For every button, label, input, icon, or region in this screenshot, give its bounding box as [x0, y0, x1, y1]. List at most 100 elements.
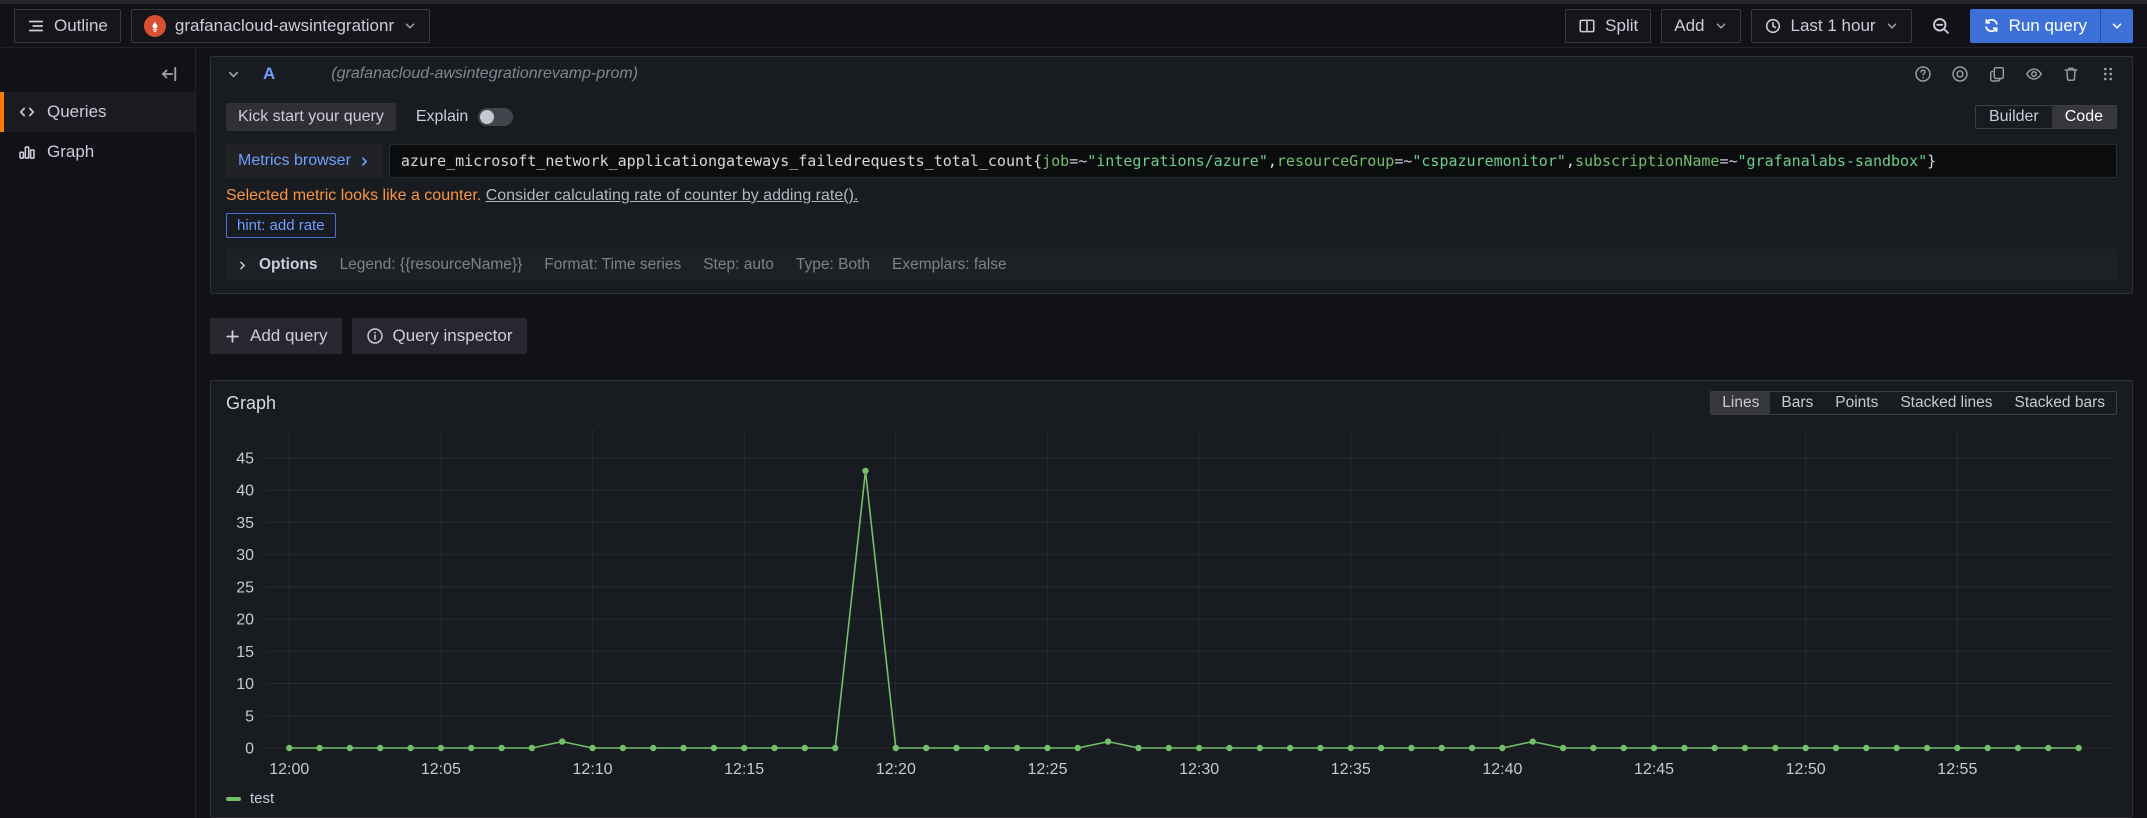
editor-mode-switch: Builder Code	[1975, 105, 2117, 129]
query-options-row[interactable]: Options Legend: {{resourceName}} Format:…	[226, 249, 2117, 281]
graph-mode-stacked-lines[interactable]: Stacked lines	[1889, 392, 2003, 414]
svg-text:25: 25	[236, 579, 254, 596]
warning-text: Selected metric looks like a counter.	[226, 187, 481, 204]
counter-warning: Selected metric looks like a counter. Co…	[226, 187, 2117, 205]
hint-add-rate-button[interactable]: hint: add rate	[226, 213, 336, 238]
options-label: Options	[259, 256, 318, 274]
option-type: Type: Both	[796, 256, 870, 274]
legend-series-label[interactable]: test	[250, 790, 274, 807]
warning-link[interactable]: Consider calculating rate of counter by …	[486, 187, 859, 204]
drag-handle-icon[interactable]	[2099, 65, 2117, 83]
svg-text:45: 45	[236, 451, 254, 468]
chevron-down-icon	[1714, 19, 1728, 33]
query-row-header[interactable]: A (grafanacloud-awsintegrationrevamp-pro…	[211, 57, 2132, 91]
svg-text:12:50: 12:50	[1786, 761, 1826, 778]
svg-text:20: 20	[236, 612, 254, 629]
svg-text:12:35: 12:35	[1331, 761, 1371, 778]
plus-icon	[224, 328, 241, 345]
svg-text:12:20: 12:20	[876, 761, 916, 778]
add-query-button[interactable]: Add query	[210, 318, 342, 354]
graph-mode-bars[interactable]: Bars	[1770, 392, 1824, 414]
chevron-right-icon	[236, 259, 249, 272]
svg-text:40: 40	[236, 483, 254, 500]
svg-text:12:00: 12:00	[269, 761, 309, 778]
delete-query-icon[interactable]	[2062, 65, 2080, 83]
kick-start-query-button[interactable]: Kick start your query	[226, 103, 396, 131]
chevron-down-icon	[403, 19, 417, 33]
editor-mode-builder[interactable]: Builder	[1976, 106, 2052, 128]
zoom-out-icon	[1931, 16, 1951, 36]
svg-text:12:05: 12:05	[421, 761, 461, 778]
svg-text:10: 10	[236, 676, 254, 693]
option-exemplars: Exemplars: false	[892, 256, 1007, 274]
svg-text:0: 0	[245, 741, 254, 758]
graph-mode-points[interactable]: Points	[1824, 392, 1889, 414]
time-range-label: Last 1 hour	[1791, 16, 1876, 36]
chevron-down-icon	[1885, 19, 1899, 33]
svg-text:12:30: 12:30	[1179, 761, 1219, 778]
time-series-chart[interactable]: 05101520253035404512:0012:0512:1012:1512…	[211, 417, 2132, 788]
editor-mode-code[interactable]: Code	[2052, 106, 2116, 128]
time-range-picker[interactable]: Last 1 hour	[1751, 9, 1912, 43]
prometheus-logo-icon	[144, 15, 166, 37]
svg-text:12:15: 12:15	[724, 761, 764, 778]
refresh-icon	[1983, 17, 2000, 34]
svg-text:12:45: 12:45	[1634, 761, 1674, 778]
add-query-label: Add query	[250, 326, 328, 346]
disable-query-icon[interactable]	[1951, 65, 1969, 83]
metrics-browser-button[interactable]: Metrics browser	[226, 144, 383, 178]
duplicate-query-icon[interactable]	[1988, 65, 2006, 83]
option-step: Step: auto	[703, 256, 774, 274]
sidebar-item-graph[interactable]: Graph	[0, 132, 195, 172]
legend-series-swatch[interactable]	[226, 797, 241, 801]
visibility-icon[interactable]	[2025, 65, 2043, 83]
explain-toggle[interactable]	[478, 108, 513, 126]
toolbar-left: Outline grafanacloud-awsintegrationr	[14, 9, 430, 43]
info-circle-icon	[366, 327, 384, 345]
content-area: Queries Graph	[0, 48, 2147, 818]
split-button[interactable]: Split	[1565, 9, 1651, 43]
query-ref-id: A	[263, 64, 275, 84]
clock-icon	[1764, 17, 1782, 35]
graph-panel: Graph Lines Bars Points Stacked lines St…	[210, 380, 2133, 818]
option-legend: Legend: {{resourceName}}	[340, 256, 523, 274]
graph-mode-stacked-bars[interactable]: Stacked bars	[2004, 392, 2116, 414]
outline-label: Outline	[54, 16, 108, 36]
svg-text:12:55: 12:55	[1937, 761, 1977, 778]
run-query-button[interactable]: Run query	[1970, 9, 2133, 43]
explain-label: Explain	[416, 108, 468, 126]
query-row-actions	[1914, 65, 2117, 83]
bar-chart-icon	[18, 143, 36, 161]
chart-legend: test	[211, 788, 2132, 817]
chart-canvas[interactable]: 05101520253035404512:0012:0512:1012:1512…	[217, 417, 2126, 788]
graph-mode-lines[interactable]: Lines	[1711, 392, 1770, 414]
explore-page: Outline grafanacloud-awsintegrationr	[0, 0, 2147, 818]
promql-query-input[interactable]: azure_microsoft_network_applicationgatew…	[389, 144, 2117, 178]
collapse-sidebar-icon[interactable]	[159, 64, 179, 84]
main-area: A (grafanacloud-awsintegrationrevamp-pro…	[196, 48, 2147, 818]
datasource-picker[interactable]: grafanacloud-awsintegrationr	[131, 9, 430, 43]
split-label: Split	[1605, 16, 1638, 36]
query-inspector-button[interactable]: Query inspector	[352, 318, 527, 354]
zoom-out-button[interactable]	[1922, 9, 1960, 43]
sidebar-item-label: Graph	[47, 142, 94, 162]
toolbar-right: Split Add Last 1 hour	[1565, 9, 2133, 43]
run-query-label: Run query	[2009, 16, 2087, 36]
add-button[interactable]: Add	[1661, 9, 1740, 43]
option-format: Format: Time series	[544, 256, 681, 274]
run-query-dropdown[interactable]	[2101, 9, 2133, 43]
sidebar-item-queries[interactable]: Queries	[0, 92, 195, 132]
explore-sidebar: Queries Graph	[0, 48, 196, 818]
help-icon[interactable]	[1914, 65, 1932, 83]
outline-button[interactable]: Outline	[14, 9, 121, 43]
datasource-name: grafanacloud-awsintegrationr	[175, 16, 394, 36]
split-icon	[1578, 17, 1596, 35]
graph-style-switch: Lines Bars Points Stacked lines Stacked …	[1710, 391, 2117, 415]
query-editor-row: A (grafanacloud-awsintegrationrevamp-pro…	[210, 56, 2133, 294]
graph-panel-title: Graph	[226, 393, 276, 414]
query-inspector-label: Query inspector	[393, 326, 513, 346]
sidebar-item-label: Queries	[47, 102, 107, 122]
collapse-query-icon[interactable]	[226, 67, 241, 82]
svg-text:35: 35	[236, 515, 254, 532]
svg-text:12:40: 12:40	[1482, 761, 1522, 778]
